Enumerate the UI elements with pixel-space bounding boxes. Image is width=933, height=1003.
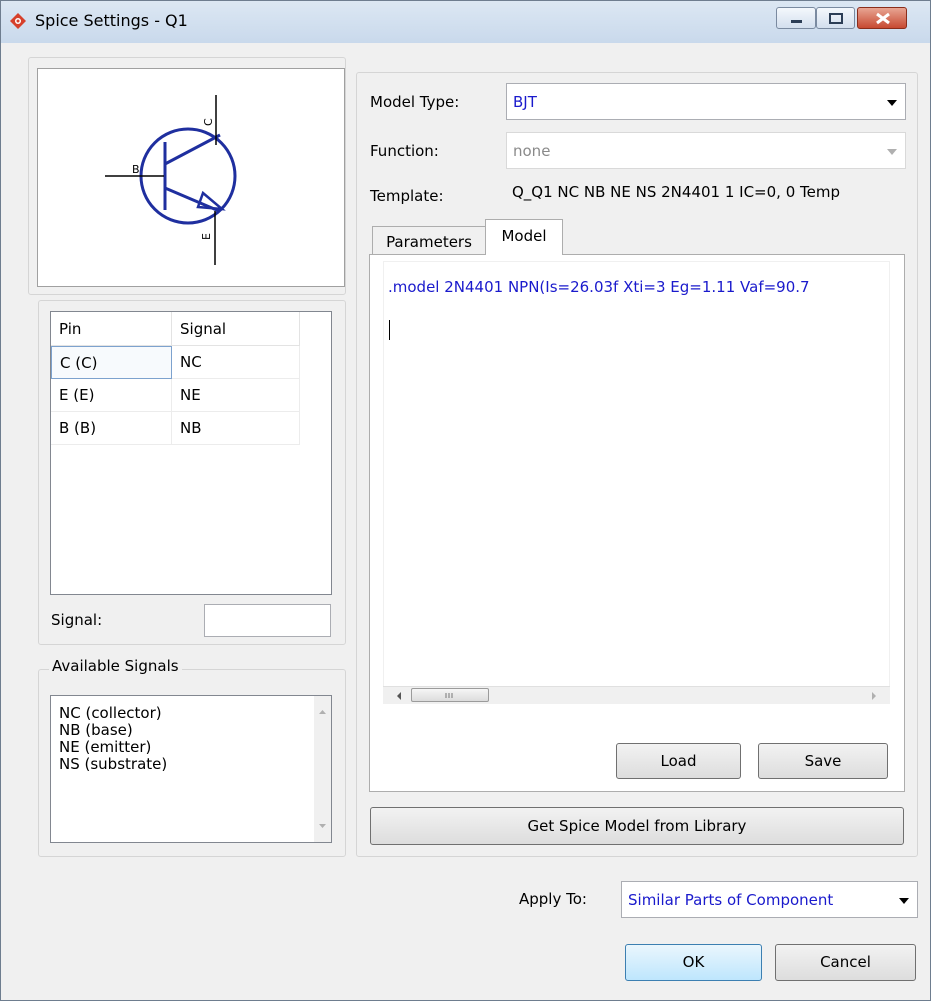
get-spice-model-button[interactable]: Get Spice Model from Library bbox=[370, 807, 904, 845]
grip-icon bbox=[445, 693, 453, 698]
scroll-left-icon bbox=[397, 692, 401, 700]
spice-settings-dialog: Spice Settings - Q1 C B E Pin Signal C (… bbox=[0, 0, 931, 1001]
pin-label-c: C bbox=[202, 118, 215, 126]
table-row-signal[interactable]: NC bbox=[172, 346, 300, 379]
model-type-dropdown[interactable]: BJT bbox=[506, 83, 906, 120]
apply-to-label: Apply To: bbox=[519, 890, 587, 908]
scroll-up-icon bbox=[319, 710, 326, 714]
chevron-down-icon bbox=[887, 149, 897, 155]
list-item[interactable]: NC (collector) bbox=[59, 705, 162, 722]
tab-model[interactable]: Model bbox=[485, 219, 563, 255]
horizontal-scrollbar[interactable] bbox=[383, 686, 890, 704]
column-header-pin[interactable]: Pin bbox=[51, 312, 172, 346]
window-title: Spice Settings - Q1 bbox=[35, 11, 188, 30]
maximize-icon bbox=[829, 13, 843, 24]
signal-label: Signal: bbox=[51, 611, 103, 629]
chevron-down-icon bbox=[899, 898, 909, 904]
function-label: Function: bbox=[370, 142, 439, 160]
model-tab-panel: .model 2N4401 NPN(Is=26.03f Xti=3 Eg=1.1… bbox=[369, 254, 905, 792]
template-label: Template: bbox=[370, 187, 444, 205]
table-row-pin[interactable]: B (B) bbox=[51, 412, 172, 445]
table-row-signal[interactable]: NE bbox=[172, 379, 300, 412]
scroll-right-icon bbox=[872, 692, 876, 700]
load-button[interactable]: Load bbox=[616, 743, 741, 779]
model-type-label: Model Type: bbox=[370, 93, 460, 111]
symbol-preview: C B E bbox=[37, 68, 345, 287]
minimize-icon bbox=[791, 20, 802, 23]
model-text-line: .model 2N4401 NPN(Is=26.03f Xti=3 Eg=1.1… bbox=[388, 278, 810, 296]
ok-button[interactable]: OK bbox=[625, 944, 762, 981]
model-type-value: BJT bbox=[513, 93, 537, 111]
close-icon bbox=[876, 12, 890, 25]
title-bar[interactable]: Spice Settings - Q1 bbox=[1, 1, 930, 43]
close-button[interactable] bbox=[857, 7, 907, 29]
list-item[interactable]: NS (substrate) bbox=[59, 756, 167, 773]
apply-to-value: Similar Parts of Component bbox=[628, 891, 834, 909]
available-signals-title: Available Signals bbox=[49, 657, 182, 675]
function-dropdown[interactable]: none bbox=[506, 132, 906, 169]
text-caret bbox=[389, 320, 390, 340]
signal-input[interactable] bbox=[204, 604, 331, 637]
apply-to-dropdown[interactable]: Similar Parts of Component bbox=[621, 881, 918, 918]
column-header-signal[interactable]: Signal bbox=[172, 312, 300, 346]
available-signals-list[interactable]: NC (collector) NB (base) NE (emitter) NS… bbox=[50, 695, 332, 843]
app-icon bbox=[10, 13, 26, 29]
pin-label-e: E bbox=[200, 233, 213, 240]
template-value: Q_Q1 NC NB NE NS 2N4401 1 IC=0, 0 Temp bbox=[512, 183, 840, 201]
chevron-down-icon bbox=[887, 100, 897, 106]
table-row-pin[interactable]: C (C) bbox=[51, 346, 172, 379]
cancel-button[interactable]: Cancel bbox=[775, 944, 916, 981]
scroll-down-icon bbox=[319, 824, 326, 828]
function-value: none bbox=[513, 142, 551, 160]
table-row-signal[interactable]: NB bbox=[172, 412, 300, 445]
scroll-thumb[interactable] bbox=[411, 688, 489, 702]
list-item[interactable]: NB (base) bbox=[59, 722, 133, 739]
maximize-button[interactable] bbox=[816, 7, 855, 29]
minimize-button[interactable] bbox=[776, 7, 816, 29]
npn-transistor-icon: C B E bbox=[105, 95, 237, 265]
pin-table[interactable]: Pin Signal C (C) NC E (E) NE B (B) NB bbox=[50, 311, 332, 595]
model-text-editor[interactable]: .model 2N4401 NPN(Is=26.03f Xti=3 Eg=1.1… bbox=[383, 261, 890, 703]
save-button[interactable]: Save bbox=[758, 743, 888, 779]
table-row-pin[interactable]: E (E) bbox=[51, 379, 172, 412]
vertical-scrollbar[interactable] bbox=[314, 696, 331, 842]
tab-parameters[interactable]: Parameters bbox=[372, 226, 486, 255]
pin-label-b: B bbox=[132, 163, 140, 176]
list-item[interactable]: NE (emitter) bbox=[59, 739, 151, 756]
